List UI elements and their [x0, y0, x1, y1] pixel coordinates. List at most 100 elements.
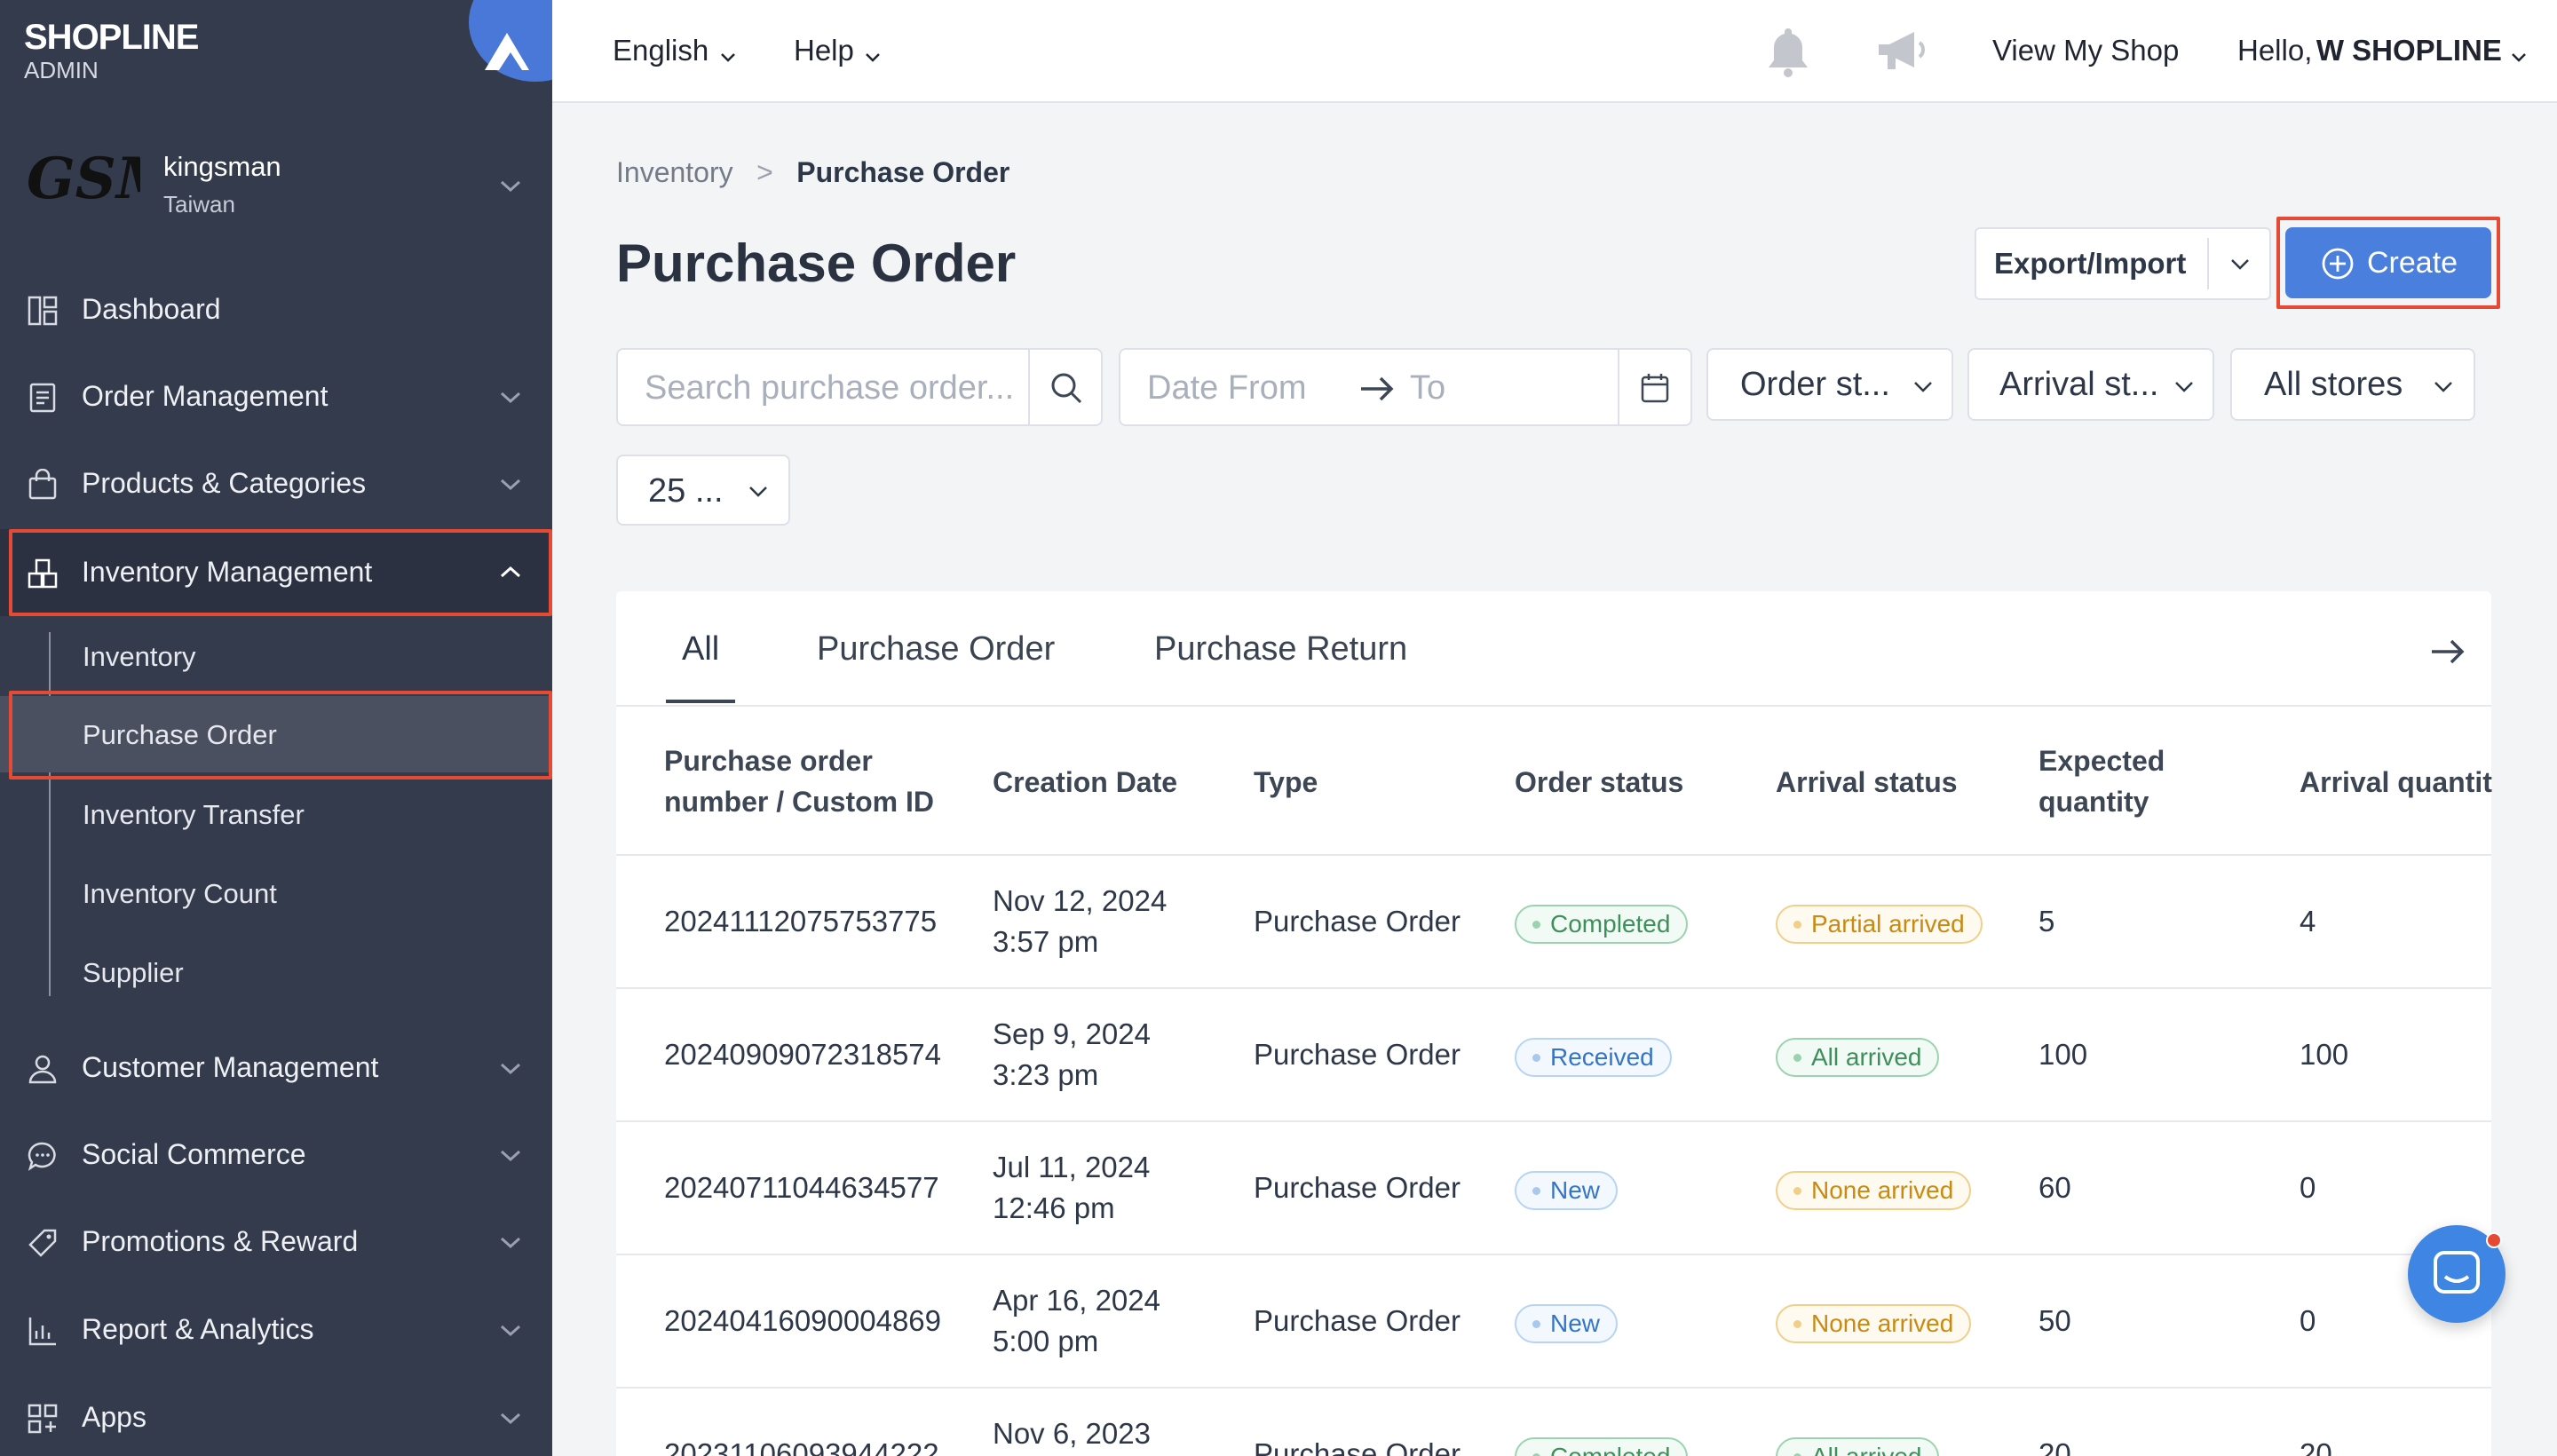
shop-switcher[interactable]: GSM kingsman Taiwan [0, 133, 552, 236]
sidebar-subitem-inventory-transfer[interactable]: Inventory Transfer [0, 776, 552, 852]
page-size-select[interactable]: 25 ... [616, 455, 790, 526]
date-range-picker[interactable]: Date From To [1119, 348, 1692, 426]
cell-expected-quantity: 100 [2038, 1038, 2088, 1071]
arrival-status-select[interactable]: Arrival st... [1967, 348, 2214, 421]
table-row[interactable]: 20240909072318574 Sep 9, 2024 3:23 pm Pu… [616, 989, 2491, 1120]
sidebar-subitem-inventory[interactable]: Inventory [0, 618, 552, 694]
sidebar-subitem-label: Supplier [83, 957, 184, 988]
sidebar-item-promotions[interactable]: Promotions & Reward [0, 1199, 552, 1286]
cell-order-number[interactable]: 20240416090004869 [664, 1301, 941, 1341]
highlight-box [9, 691, 552, 779]
arrival-status-value: Arrival st... [1999, 366, 2159, 403]
cell-creation-time: 12:46 pm [993, 1191, 1115, 1224]
logo[interactable]: SHOPLINE [24, 18, 199, 58]
calendar-icon[interactable] [1639, 371, 1671, 405]
tab-purchase-return[interactable]: Purchase Return [1154, 630, 1407, 669]
cell-creation-date: Sep 9, 2024 [993, 1017, 1151, 1050]
active-tab-indicator [666, 700, 735, 703]
col-header-line: number / Custom ID [664, 786, 935, 818]
order-icon [29, 383, 56, 413]
chat-launcher-button[interactable] [2408, 1225, 2506, 1323]
arrow-right-icon [1361, 376, 1394, 401]
sidebar-item-apps[interactable]: Apps [0, 1374, 552, 1456]
cell-arrival-quantity: 4 [2300, 905, 2316, 938]
badge-label: Received [1550, 1043, 1654, 1071]
col-header-number[interactable]: Purchase order number / Custom ID [664, 740, 934, 822]
sidebar-item-dashboard[interactable]: Dashboard [0, 266, 552, 353]
sidebar-item-customer-management[interactable]: Customer Management [0, 1025, 552, 1112]
badge-label: Partial arrived [1811, 910, 1965, 938]
tabs-divider [616, 705, 2491, 707]
sidebar-item-label: Apps [82, 1401, 146, 1433]
view-my-shop-link[interactable]: View My Shop [1992, 34, 2179, 67]
store-select[interactable]: All stores [2230, 348, 2475, 421]
date-to-field[interactable]: To [1410, 369, 1445, 408]
sidebar-subitem-inventory-count[interactable]: Inventory Count [0, 855, 552, 931]
store-value: All stores [2264, 366, 2403, 403]
announcement-megaphone-icon[interactable] [1875, 27, 1930, 76]
date-from-field[interactable]: Date From [1147, 369, 1306, 408]
highlight-box [9, 529, 552, 616]
order-status-select[interactable]: Order st... [1706, 348, 1953, 421]
cell-arrival-quantity: 20 [2300, 1437, 2332, 1456]
sidebar-item-products[interactable]: Products & Categories [0, 440, 552, 527]
col-header-expected-quantity[interactable]: Expected quantity [2038, 740, 2165, 822]
cell-order-number[interactable]: 20231106093944222 [664, 1434, 939, 1456]
sidebar-item-report-analytics[interactable]: Report & Analytics [0, 1286, 552, 1373]
search-divider [1028, 350, 1030, 424]
cell-type: Purchase Order [1254, 1304, 1461, 1337]
greeting-text: Hello, [2237, 34, 2313, 67]
cell-type: Purchase Order [1254, 1038, 1461, 1071]
topbar: English Help View My Shop Hello, W SHOPL… [552, 0, 2557, 103]
table-row[interactable]: 20240711044634577 Jul 11, 2024 12:46 pm … [616, 1122, 2491, 1254]
search-icon[interactable] [1049, 371, 1083, 405]
sidebar-subitem-label: Inventory Count [83, 878, 277, 909]
col-header-arrival-quantity[interactable]: Arrival quantit [2300, 762, 2492, 803]
chart-icon [28, 1318, 56, 1346]
col-header-order-status[interactable]: Order status [1515, 762, 1683, 803]
sidebar-item-label: Dashboard [82, 293, 221, 325]
sidebar-item-order-management[interactable]: Order Management [0, 353, 552, 440]
cell-order-number[interactable]: 20241112075753775 [664, 901, 937, 942]
sidebar-subitem-supplier[interactable]: Supplier [0, 934, 552, 1010]
tab-purchase-order[interactable]: Purchase Order [817, 630, 1055, 669]
chevron-down-icon [749, 487, 767, 497]
sidebar-item-label: Promotions & Reward [82, 1225, 359, 1257]
col-header-arrival-status[interactable]: Arrival status [1776, 762, 1958, 803]
col-header-line: Expected [2038, 745, 2165, 777]
sidebar-item-social-commerce[interactable]: Social Commerce [0, 1112, 552, 1199]
user-menu[interactable]: Hello, W SHOPLINE [2237, 34, 2527, 67]
col-header-line: Purchase order [664, 745, 873, 777]
cell-creation-time: 3:57 pm [993, 925, 1099, 958]
breadcrumb-inventory[interactable]: Inventory [616, 156, 733, 188]
sidebar-subitem-label: Inventory [83, 641, 196, 672]
split-divider [2207, 238, 2209, 289]
user-name: W SHOPLINE [2316, 34, 2502, 67]
cell-order-number[interactable]: 20240909072318574 [664, 1034, 941, 1075]
help-dropdown[interactable]: Help [794, 34, 881, 67]
cell-type: Purchase Order [1254, 1171, 1461, 1204]
cell-arrival-quantity: 0 [2300, 1171, 2316, 1204]
language-dropdown[interactable]: English [613, 34, 736, 67]
chevron-down-icon[interactable] [2229, 256, 2251, 272]
cell-expected-quantity: 20 [2038, 1437, 2071, 1456]
table-row[interactable]: 20240416090004869 Apr 16, 2024 5:00 pm P… [616, 1255, 2491, 1387]
export-import-button[interactable]: Export/Import [1975, 227, 2271, 300]
sidebar: SHOPLINE ADMIN GSM kingsman Taiwan Dashb… [0, 0, 602, 1456]
chevron-down-icon [500, 1325, 521, 1337]
col-header-creation-date[interactable]: Creation Date [993, 762, 1177, 803]
breadcrumb-separator-icon: > [756, 156, 773, 188]
status-badge: Completed [1515, 1437, 1689, 1456]
search-input[interactable]: Search purchase order... [616, 348, 1103, 426]
table-row[interactable]: 20241112075753775 Nov 12, 2024 3:57 pm P… [616, 856, 2491, 987]
breadcrumb: Inventory > Purchase Order [616, 156, 1009, 189]
table-row[interactable]: 20231106093944222 Nov 6, 2023 Purchase O… [616, 1389, 2491, 1456]
tab-all[interactable]: All [682, 630, 719, 669]
col-header-type[interactable]: Type [1254, 762, 1318, 803]
cell-order-number[interactable]: 20240711044634577 [664, 1167, 939, 1208]
notification-bell-icon[interactable] [1763, 25, 1813, 78]
sidebar-item-label: Report & Analytics [82, 1313, 314, 1345]
arrow-right-icon[interactable] [2429, 636, 2466, 668]
cell-expected-quantity: 60 [2038, 1171, 2071, 1204]
chevron-down-icon [2175, 382, 2193, 392]
